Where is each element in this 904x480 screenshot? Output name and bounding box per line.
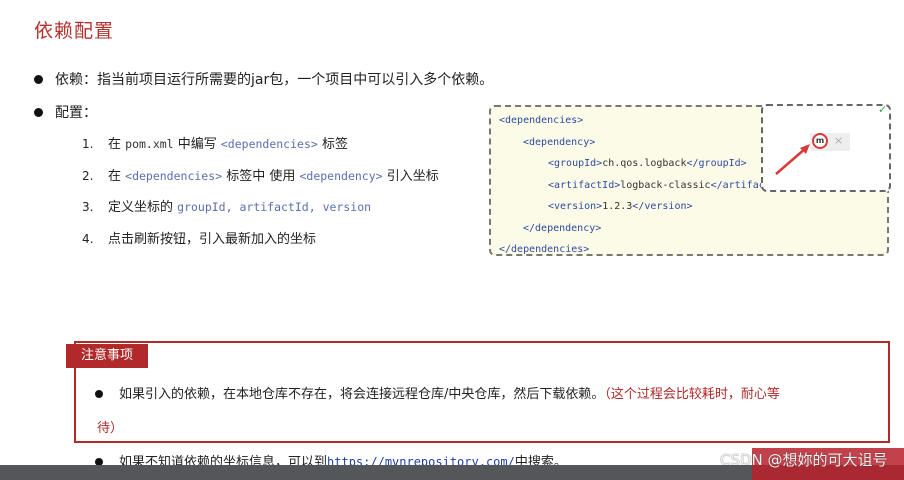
- pointer-arrow-icon: [775, 144, 810, 175]
- notice-warning-continued: 待）: [97, 421, 124, 436]
- code-line: <artifactId>logback-classic</artifac: [548, 180, 765, 191]
- step-number: 3.: [82, 200, 94, 214]
- page-title: 依赖配置: [34, 20, 115, 42]
- code-tag: <groupId>: [548, 158, 603, 169]
- step-1: 1. 在 pom.xml 中编写 <dependencies> 标签: [82, 135, 439, 167]
- code-line: <groupId>ch.qos.logback</groupId>: [548, 158, 747, 169]
- bullet-text: 配置：: [55, 105, 97, 121]
- step-code: artifactId: [239, 200, 309, 214]
- step-code: <dependencies>: [220, 137, 318, 151]
- bullet-configuration: 配置：: [34, 102, 97, 122]
- step-code: version: [322, 200, 372, 214]
- check-icon: ✓: [878, 103, 888, 116]
- code-value: 1.2.3: [602, 201, 633, 212]
- step-text: 标签: [317, 137, 348, 152]
- step-code: pom.xml: [125, 137, 174, 151]
- code-value: logback-classic: [620, 180, 711, 191]
- code-line: </dependency>: [523, 223, 602, 234]
- bullet-dot: [34, 107, 43, 117]
- notice-item-1: 如果引入的依赖，在本地仓库不存在，将会连接远程仓库/中央仓库，然后下载依赖。（这…: [95, 383, 780, 402]
- bullet-dependency-definition: 依赖：指当前项目运行所需要的jar包，一个项目中可以引入多个依赖。: [34, 69, 493, 89]
- step-separator: ,: [225, 200, 240, 214]
- step-number: 4.: [82, 231, 94, 246]
- bullet-text: 依赖：指当前项目运行所需要的jar包，一个项目中可以引入多个依赖。: [55, 72, 494, 88]
- code-tag: </groupId>: [686, 158, 747, 169]
- step-text: 标签中 使用: [222, 168, 300, 184]
- code-line: </dependencies>: [499, 244, 590, 255]
- code-line: <dependency>: [523, 137, 596, 148]
- code-line: <version>1.2.3</version>: [548, 201, 693, 212]
- step-3: 3. 定义坐标的 groupId, artifactId, version: [82, 198, 439, 230]
- step-text: 中编写: [173, 137, 221, 152]
- step-code: groupId: [177, 200, 226, 214]
- code-line: <dependencies>: [499, 115, 584, 126]
- step-text: 引入坐标: [382, 168, 439, 184]
- code-tag: <version>: [548, 201, 603, 212]
- step-code: <dependencies>: [125, 168, 223, 183]
- code-tag: </version>: [632, 201, 693, 212]
- step-separator: ,: [308, 200, 323, 214]
- code-value: ch.qos.logback: [602, 158, 687, 169]
- notice-tag: 注意事项: [66, 344, 148, 368]
- step-4: 4. 点击刷新按钮，引入最新加入的坐标: [82, 230, 439, 262]
- notice-text: 如果引入的依赖，在本地仓库不存在，将会连接远程仓库/中央仓库，然后下载依赖。: [119, 387, 605, 402]
- step-text: 定义坐标的: [108, 200, 178, 215]
- close-icon[interactable]: ×: [834, 134, 843, 147]
- step-number: 1.: [82, 137, 94, 151]
- step-code: <dependency>: [299, 168, 383, 183]
- step-text: 点击刷新按钮，引入最新加入的坐标: [108, 231, 317, 247]
- step-number: 2.: [82, 168, 94, 183]
- csdn-watermark: CSDN @想妳的可大诅号: [720, 451, 888, 469]
- code-tag: </artifac: [710, 180, 765, 191]
- step-2: 2. 在 <dependencies> 标签中 使用 <dependency> 引…: [82, 167, 439, 199]
- bullet-dot: [95, 389, 103, 398]
- code-tag: <artifactId>: [548, 180, 621, 191]
- bullet-dot: [34, 74, 43, 84]
- step-text: 在: [108, 168, 126, 184]
- notice-warning-text: （这个过程会比较耗时，耐心等: [604, 387, 780, 402]
- config-steps-list: 1. 在 pom.xml 中编写 <dependencies> 标签 2. 在 <d…: [82, 135, 439, 261]
- step-text: 在: [108, 137, 126, 152]
